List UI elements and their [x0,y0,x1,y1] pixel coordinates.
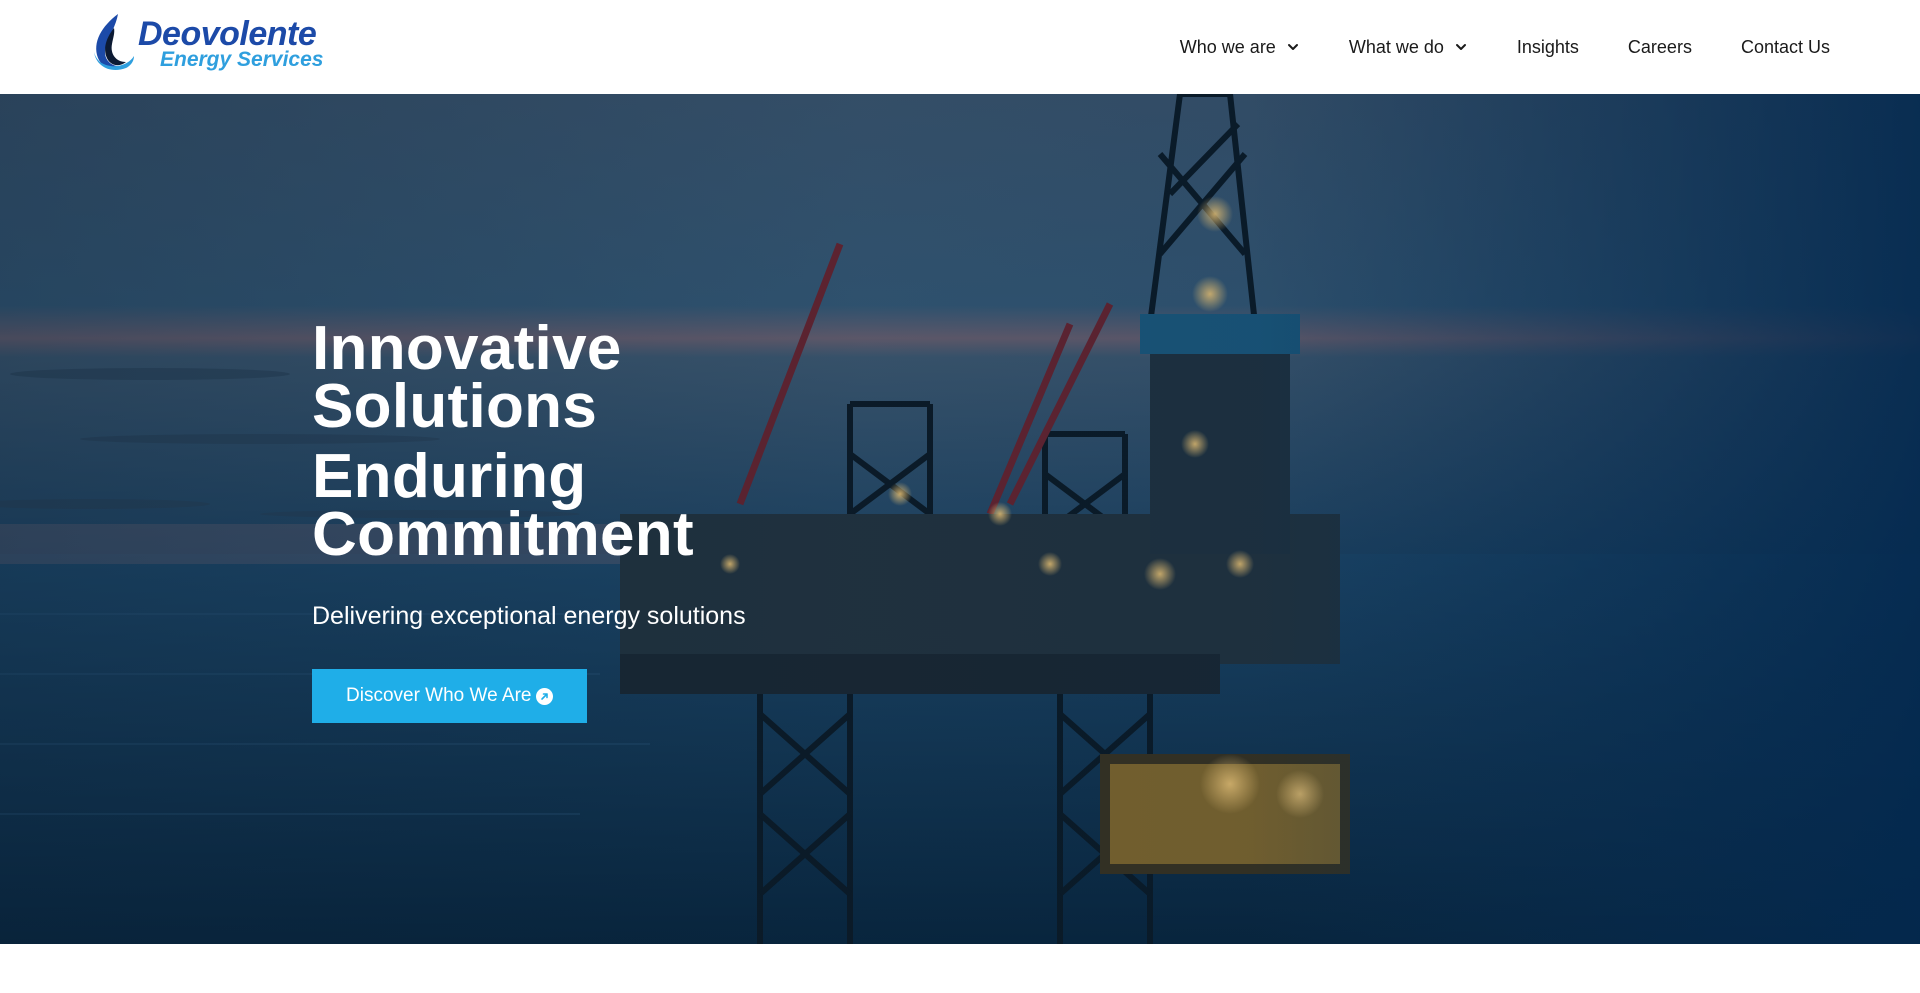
site-logo[interactable]: Deovolente Energy Services [88,12,328,74]
chevron-down-icon [1287,44,1298,50]
chevron-down-icon [1455,44,1466,50]
logo-wordmark: Deovolente Energy Services [138,17,323,70]
cta-label: Discover Who We Are [346,685,532,706]
logo-tagline: Energy Services [160,47,324,71]
hero-title-line: Commitment [312,500,694,569]
hero-content: Innovative Solutions Enduring Commitment… [312,318,932,723]
nav-item-insights[interactable]: Insights [1517,37,1579,58]
main-navigation: Who we are What we do Insights Careers C… [1180,0,1830,94]
hero-title-line: Solutions [312,372,598,441]
hero-section: Innovative Solutions Enduring Commitment… [0,94,1920,944]
nav-item-label: Insights [1516,36,1579,57]
nav-item-label: Careers [1627,36,1692,57]
logo-name: Deovolente [138,14,317,53]
nav-item-label: Contact Us [1740,36,1830,57]
flame-drop-logo-icon [94,14,134,71]
hero-title-primary: Innovative Solutions [312,318,932,438]
below-hero-strip [0,944,1920,993]
nav-item-what-we-do[interactable]: What we do [1349,37,1468,58]
hero-title-secondary: Enduring Commitment [312,446,932,566]
discover-who-we-are-button[interactable]: Discover Who We Are [312,669,588,723]
nav-item-who-we-are[interactable]: Who we are [1180,37,1300,58]
hero-overlay [0,94,1920,944]
nav-item-contact-us[interactable]: Contact Us [1741,37,1830,58]
arrow-up-right-circle-icon [536,687,554,705]
nav-item-label: Who we are [1179,36,1276,57]
nav-item-label: What we do [1348,36,1444,57]
site-header: Deovolente Energy Services Who we are Wh… [0,0,1920,94]
nav-item-careers[interactable]: Careers [1628,37,1692,58]
hero-subtitle: Delivering exceptional energy solutions [312,602,746,630]
